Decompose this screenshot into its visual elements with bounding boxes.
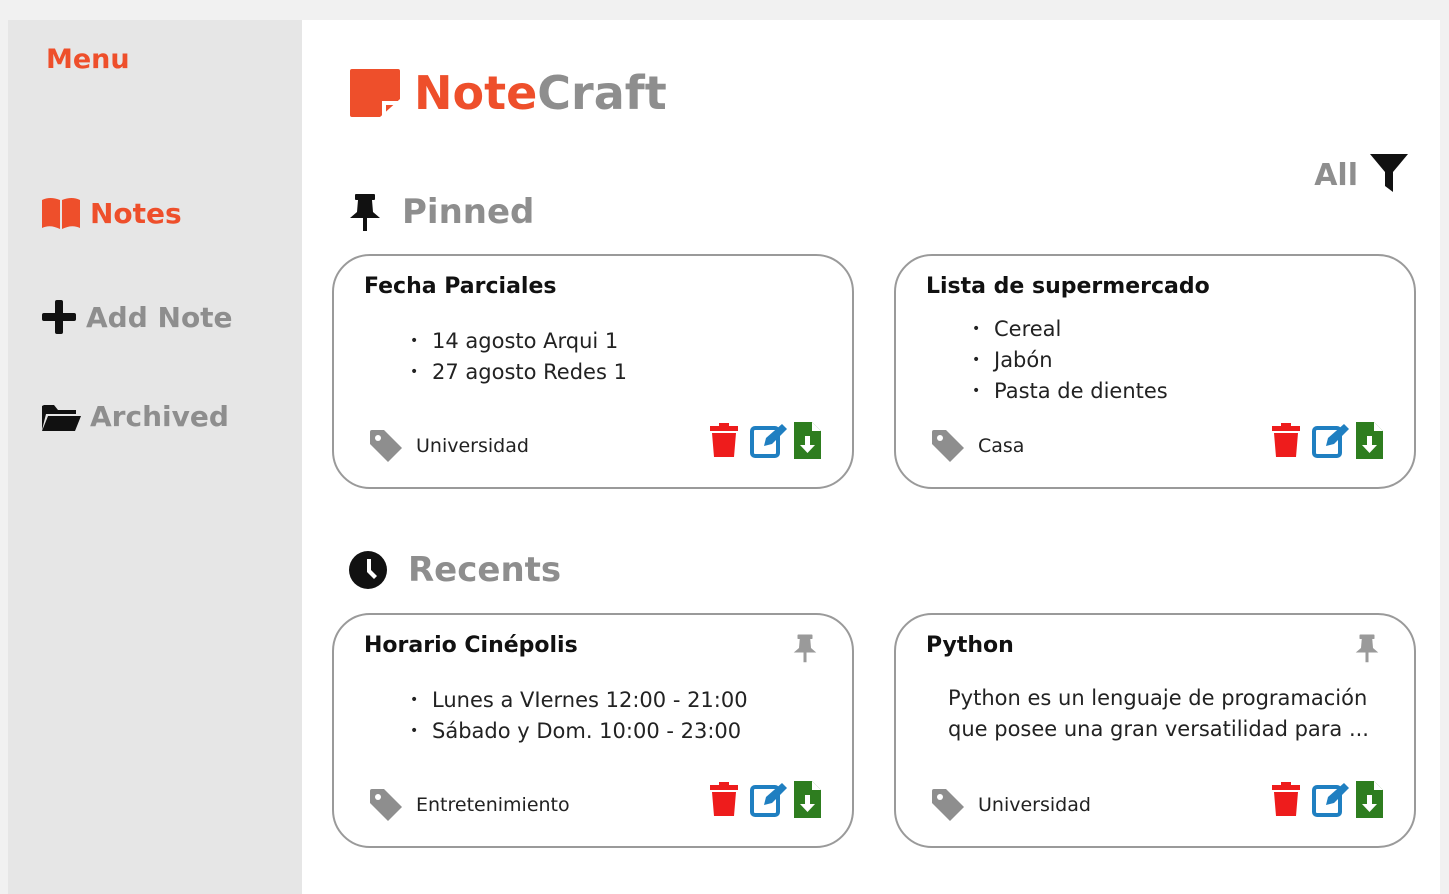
pin-icon[interactable]	[792, 633, 818, 663]
filter-icon[interactable]	[1368, 152, 1410, 198]
recents-section-header: Recents	[348, 550, 561, 590]
edit-icon[interactable]	[1312, 422, 1350, 458]
edit-icon[interactable]	[750, 781, 788, 817]
note-content-list: Cereal Jabón Pasta de dientes	[972, 314, 1168, 407]
filter-label: All	[1314, 157, 1358, 193]
app-window: Menu Notes Add Note Archived NoteCraft A…	[8, 20, 1440, 894]
pin-icon[interactable]	[1354, 633, 1380, 663]
note-title: Fecha Parciales	[364, 274, 557, 299]
trash-icon[interactable]	[708, 422, 740, 458]
note-card[interactable]: Lista de supermercado Cereal Jabón Pasta…	[894, 254, 1416, 489]
trash-icon[interactable]	[1270, 422, 1302, 458]
tag-label: Universidad	[416, 435, 529, 457]
note-actions	[698, 420, 822, 460]
sidebar-item-label: Add Note	[86, 300, 233, 334]
note-card[interactable]: Python Python es un lenguaje de programa…	[894, 613, 1416, 848]
app-name: NoteCraft	[414, 66, 667, 120]
folder-open-icon	[40, 402, 90, 432]
section-title: Pinned	[402, 192, 535, 232]
app-name-part-2: Craft	[537, 66, 667, 120]
sidebar-item-notes[interactable]: Notes	[40, 196, 182, 230]
note-tag: Entretenimiento	[368, 787, 570, 823]
note-tag: Universidad	[930, 787, 1091, 823]
clock-icon	[348, 550, 408, 590]
sticky-note-icon	[348, 67, 414, 119]
note-tag: Casa	[930, 428, 1024, 464]
list-item: Lunes a VIernes 12:00 - 21:00	[410, 685, 748, 716]
note-content-list: Lunes a VIernes 12:00 - 21:00 Sábado y D…	[410, 685, 748, 747]
edit-icon[interactable]	[1312, 781, 1350, 817]
list-item: 14 agosto Arqui 1	[410, 326, 627, 357]
note-card[interactable]: Horario Cinépolis Lunes a VIernes 12:00 …	[332, 613, 854, 848]
sidebar-item-label: Notes	[90, 196, 182, 230]
menu-title: Menu	[46, 44, 130, 75]
app-logo: NoteCraft	[348, 66, 667, 120]
app-name-part-1: Note	[414, 66, 538, 120]
trash-icon[interactable]	[708, 781, 740, 817]
tag-icon	[930, 428, 978, 464]
list-item: Pasta de dientes	[972, 376, 1168, 407]
section-title: Recents	[408, 550, 562, 590]
tag-icon	[930, 787, 978, 823]
download-file-icon[interactable]	[792, 779, 822, 819]
note-actions	[1260, 420, 1384, 460]
list-item: Jabón	[972, 345, 1168, 376]
note-title: Lista de supermercado	[926, 274, 1210, 299]
tag-label: Casa	[978, 435, 1025, 457]
edit-icon[interactable]	[750, 422, 788, 458]
note-title: Horario Cinépolis	[364, 633, 578, 658]
tag-label: Universidad	[978, 794, 1091, 816]
sidebar-item-archived[interactable]: Archived	[40, 400, 229, 433]
note-actions	[698, 779, 822, 819]
plus-icon	[40, 298, 86, 336]
download-file-icon[interactable]	[1354, 779, 1384, 819]
note-content-list: 14 agosto Arqui 1 27 agosto Redes 1	[410, 326, 627, 388]
main-content: NoteCraft All Pinned Recents Fecha Parci…	[302, 20, 1440, 894]
note-card[interactable]: Fecha Parciales 14 agosto Arqui 1 27 ago…	[332, 254, 854, 489]
tag-icon	[368, 428, 416, 464]
tag-icon	[368, 787, 416, 823]
tag-label: Entretenimiento	[416, 794, 570, 816]
sidebar: Menu Notes Add Note Archived	[8, 20, 302, 894]
note-actions	[1260, 779, 1384, 819]
list-item: Cereal	[972, 314, 1168, 345]
book-open-icon	[40, 196, 90, 230]
pinned-section-header: Pinned	[348, 192, 534, 232]
note-title: Python	[926, 633, 1014, 658]
download-file-icon[interactable]	[1354, 420, 1384, 460]
download-file-icon[interactable]	[792, 420, 822, 460]
sidebar-item-label: Archived	[90, 400, 229, 433]
trash-icon[interactable]	[1270, 781, 1302, 817]
list-item: Sábado y Dom. 10:00 - 23:00	[410, 716, 748, 747]
filter-control[interactable]: All	[1314, 152, 1410, 198]
note-tag: Universidad	[368, 428, 529, 464]
sidebar-item-add-note[interactable]: Add Note	[40, 298, 233, 336]
pin-icon	[348, 192, 402, 232]
note-content-text: Python es un lenguaje de programación qu…	[948, 686, 1369, 741]
list-item: 27 agosto Redes 1	[410, 357, 627, 388]
